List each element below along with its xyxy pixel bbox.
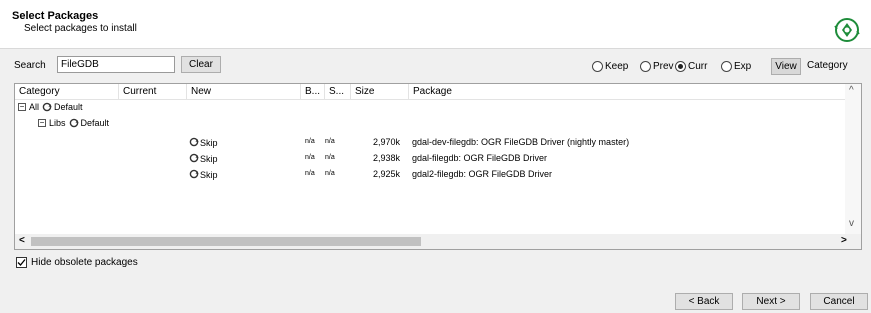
package-list[interactable]: Category Current New B... S... Size Pack… <box>14 83 862 250</box>
cycle-icon <box>42 102 52 112</box>
page-title: Select Packages <box>12 10 99 22</box>
scroll-up-icon[interactable]: ^ <box>849 85 854 96</box>
new-action-label: Skip <box>200 170 218 180</box>
cancel-button[interactable]: Cancel <box>810 293 868 310</box>
horizontal-scrollbar[interactable]: < > <box>15 234 861 249</box>
table-row[interactable]: Skip n/a n/a 2,925k gdal2-filegdb: OGR F… <box>15 166 841 182</box>
package-cell: gdal-filegdb: OGR FileGDB Driver <box>412 153 548 163</box>
radio-curr-label: Curr <box>688 60 708 72</box>
radio-prev-label: Prev <box>653 60 674 72</box>
bin-cell[interactable]: n/a <box>305 170 315 177</box>
tree-libs-action[interactable]: Default <box>81 118 110 128</box>
tree-all-action[interactable]: Default <box>54 102 83 112</box>
clear-button[interactable]: Clear <box>181 56 221 73</box>
tree-row-libs[interactable]: − Libs Default <box>38 118 109 128</box>
new-action-cell[interactable]: Skip <box>189 137 218 148</box>
col-category[interactable]: Category <box>15 84 119 100</box>
page-subtitle: Select packages to install <box>24 23 137 34</box>
cycle-icon <box>189 153 199 163</box>
scroll-thumb[interactable] <box>31 237 421 246</box>
header-panel: Select Packages Select packages to insta… <box>0 0 871 49</box>
radio-curr[interactable]: Curr <box>675 58 707 74</box>
col-binary[interactable]: B... <box>301 84 325 100</box>
cycle-icon <box>69 118 79 128</box>
src-cell[interactable]: n/a <box>325 154 335 161</box>
cycle-icon <box>189 169 199 179</box>
table-row[interactable]: Skip n/a n/a 2,970k gdal-dev-filegdb: OG… <box>15 134 841 150</box>
radio-exp-label: Exp <box>734 60 752 72</box>
col-new[interactable]: New <box>187 84 301 100</box>
radio-keep-label: Keep <box>605 60 629 72</box>
col-current[interactable]: Current <box>119 84 187 100</box>
col-size[interactable]: Size <box>351 84 409 100</box>
tree-all-label: All <box>29 102 40 112</box>
vertical-scrollbar[interactable]: ^ v <box>845 84 861 234</box>
size-cell: 2,938k <box>373 153 401 163</box>
view-mode-label: Category <box>807 60 848 71</box>
hide-obsolete-checkbox[interactable] <box>16 257 27 268</box>
tree-libs-label: Libs <box>49 118 66 128</box>
scroll-left-icon[interactable]: < <box>19 235 25 246</box>
size-cell: 2,925k <box>373 169 401 179</box>
size-cell: 2,970k <box>373 137 401 147</box>
col-package[interactable]: Package <box>409 84 847 100</box>
package-cell: gdal2-filegdb: OGR FileGDB Driver <box>412 169 553 179</box>
radio-exp-circle[interactable] <box>721 60 732 72</box>
radio-keep-circle[interactable] <box>592 60 603 72</box>
radio-keep[interactable]: Keep <box>592 58 628 74</box>
search-label: Search <box>14 60 46 71</box>
new-action-cell[interactable]: Skip <box>189 169 218 180</box>
cygwin-logo-icon <box>834 18 860 42</box>
table-row[interactable]: Skip n/a n/a 2,938k gdal-filegdb: OGR Fi… <box>15 150 841 166</box>
cycle-icon <box>189 137 199 147</box>
back-button[interactable]: < Back <box>675 293 733 310</box>
scroll-right-icon[interactable]: > <box>841 235 847 246</box>
scroll-down-icon[interactable]: v <box>849 218 854 229</box>
radio-prev-circle[interactable] <box>640 60 651 72</box>
new-action-label: Skip <box>200 154 218 164</box>
bin-cell[interactable]: n/a <box>305 138 315 145</box>
src-cell[interactable]: n/a <box>325 170 335 177</box>
radio-prev[interactable]: Prev <box>640 58 674 74</box>
collapse-icon[interactable]: − <box>18 103 26 111</box>
radio-exp[interactable]: Exp <box>721 58 751 74</box>
hide-obsolete-label[interactable]: Hide obsolete packages <box>31 257 138 268</box>
view-button[interactable]: View <box>771 58 801 75</box>
col-source[interactable]: S... <box>325 84 351 100</box>
tree-row-all[interactable]: − All Default <box>18 102 83 112</box>
radio-curr-circle[interactable] <box>675 60 686 72</box>
new-action-label: Skip <box>200 138 218 148</box>
next-button[interactable]: Next > <box>742 293 800 310</box>
bin-cell[interactable]: n/a <box>305 154 315 161</box>
src-cell[interactable]: n/a <box>325 138 335 145</box>
package-cell: gdal-dev-filegdb: OGR FileGDB Driver (ni… <box>412 137 630 147</box>
collapse-icon[interactable]: − <box>38 119 46 127</box>
new-action-cell[interactable]: Skip <box>189 153 218 164</box>
search-input[interactable] <box>57 56 175 73</box>
checkmark-icon <box>17 259 26 266</box>
